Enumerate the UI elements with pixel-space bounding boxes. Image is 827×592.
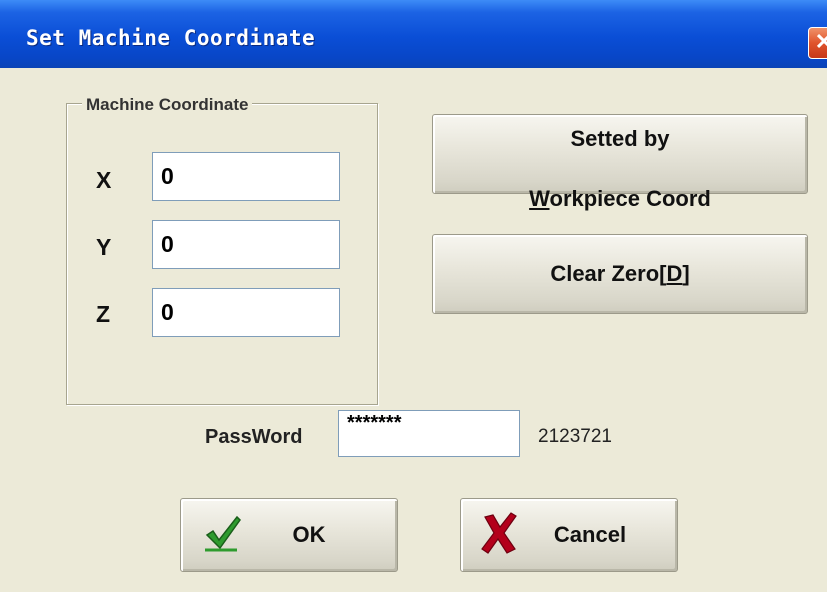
set-by-workpiece-label: Setted by Workpiece Coord	[529, 94, 711, 214]
cancel-label: Cancel	[553, 522, 627, 547]
cancel-button[interactable]: Cancel	[460, 498, 678, 572]
axis-label-y: Y	[96, 234, 112, 260]
clear-zero-suffix: ]	[682, 261, 690, 286]
clear-zero-label: Clear Zero[D]	[550, 259, 689, 289]
title-bar[interactable]: Set Machine Coordinate ✕	[0, 0, 827, 68]
dialog-body: Machine Coordinate X 0 Y 0 Z 0 Setted by…	[0, 68, 827, 592]
ok-button[interactable]: OK	[180, 498, 398, 572]
axis-label-x: X	[96, 167, 112, 193]
close-icon: ✕	[814, 29, 827, 54]
cross-icon	[481, 512, 517, 554]
password-label: PassWord	[205, 426, 303, 448]
close-button[interactable]: ✕	[808, 27, 827, 59]
set-by-line2: orkpiece Coord	[549, 186, 711, 211]
clear-zero-accel-key: D	[666, 261, 683, 286]
dialog-window: Set Machine Coordinate ✕ Machine Coordin…	[0, 0, 827, 592]
clear-zero-prefix: Clear Zero[	[550, 261, 667, 286]
ok-label: OK	[292, 522, 326, 547]
x-coordinate-input[interactable]: 0	[152, 152, 340, 201]
set-by-accel-key: W	[529, 186, 550, 211]
y-coordinate-input[interactable]: 0	[152, 220, 340, 269]
z-coordinate-input[interactable]: 0	[152, 288, 340, 337]
axis-label-z: Z	[96, 301, 111, 327]
password-input[interactable]: *******	[338, 410, 520, 457]
window-title: Set Machine Coordinate	[26, 26, 316, 50]
set-by-line1: Setted by	[570, 126, 670, 151]
clear-zero-button[interactable]: Clear Zero[D]	[432, 234, 808, 314]
set-by-workpiece-button[interactable]: Setted by Workpiece Coord	[432, 114, 808, 211]
checkmark-icon	[205, 515, 241, 552]
group-legend: Machine Coordinate	[82, 95, 253, 115]
password-code: 2123721	[538, 426, 612, 447]
